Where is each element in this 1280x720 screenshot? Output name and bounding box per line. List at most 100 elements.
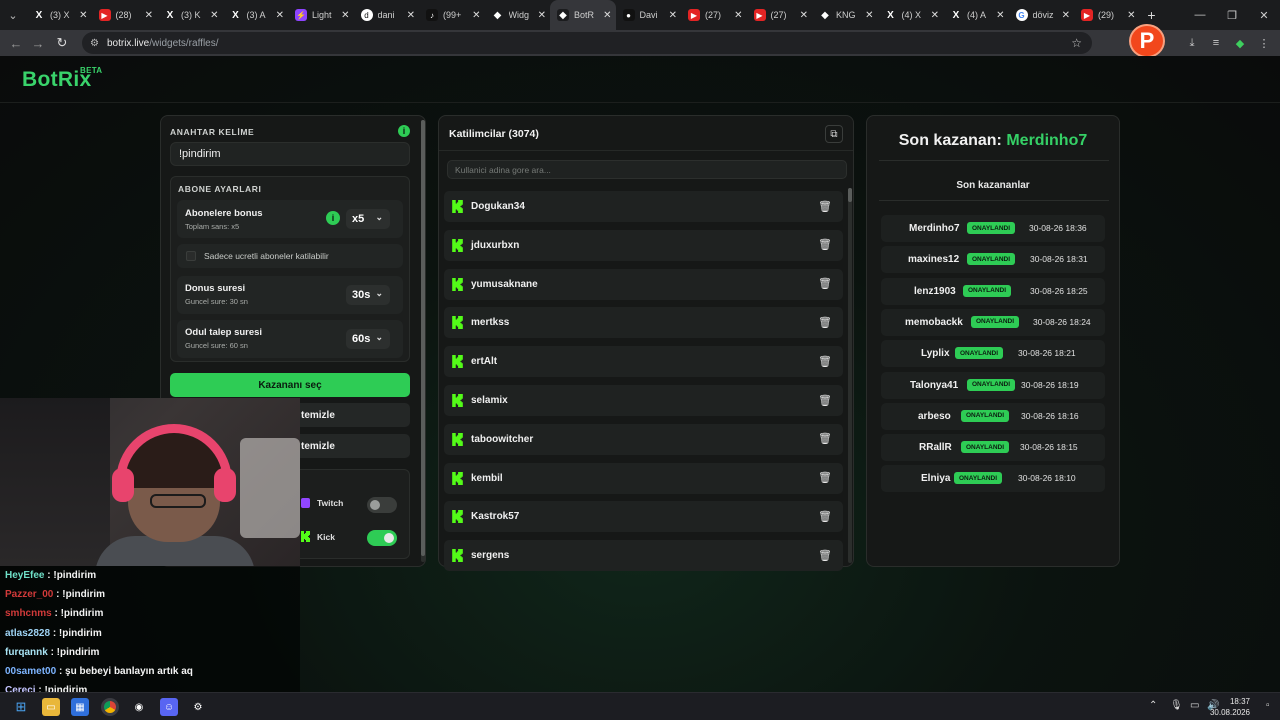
participant-row[interactable]: Kastrok57 🗑: [444, 501, 843, 533]
kick-toggle[interactable]: [367, 530, 397, 546]
browser-tab[interactable]: d dani ✕: [354, 0, 420, 30]
tab-close-icon[interactable]: ✕: [1062, 10, 1070, 21]
app-icon[interactable]: ⚙: [189, 698, 207, 716]
close-window-icon[interactable]: ✕: [1248, 0, 1280, 30]
twitch-toggle[interactable]: [367, 497, 397, 513]
browser-tab[interactable]: ◆ Widg ✕: [485, 0, 551, 30]
minimize-icon[interactable]: —: [1184, 0, 1216, 30]
network-icon[interactable]: ▭: [1190, 700, 1199, 711]
participant-row[interactable]: jduxurbxn 🗑: [444, 229, 843, 261]
spin-duration-select[interactable]: 30s ⌄: [346, 285, 390, 305]
trash-icon[interactable]: 🗑: [817, 314, 833, 330]
tab-close-icon[interactable]: ✕: [865, 10, 873, 21]
clock[interactable]: 18:37 30.08.2026: [1210, 696, 1250, 718]
notification-icon[interactable]: ▫: [1266, 700, 1270, 711]
tab-close-icon[interactable]: ✕: [931, 10, 939, 21]
trash-icon[interactable]: 🗑: [817, 237, 833, 253]
botrix-logo[interactable]: BotRix BETA: [22, 66, 102, 92]
tab-close-icon[interactable]: ✕: [669, 10, 677, 21]
subscriber-bonus-select[interactable]: x5 ⌄: [346, 209, 390, 229]
browser-tab[interactable]: ● Davi ✕: [616, 0, 682, 30]
trash-icon[interactable]: 🗑: [817, 198, 833, 214]
participant-row[interactable]: kembil 🗑: [444, 462, 843, 494]
trash-icon[interactable]: 🗑: [817, 547, 833, 563]
tab-search-icon[interactable]: ⌄: [0, 0, 26, 30]
browser-tab[interactable]: ▶ (27) ✕: [747, 0, 813, 30]
participant-row[interactable]: sergens 🗑: [444, 540, 843, 572]
bookmark-star-icon[interactable]: ☆: [1071, 36, 1082, 50]
tab-close-icon[interactable]: ✕: [407, 10, 415, 21]
extension-icon-2[interactable]: ◆: [1231, 34, 1249, 52]
menu-kebab-icon[interactable]: ⋮: [1255, 34, 1273, 52]
tab-close-icon[interactable]: ✕: [79, 10, 87, 21]
url-bar[interactable]: ⚙ botrix.live/widgets/raffles/ ☆: [82, 32, 1092, 54]
info-icon[interactable]: i: [398, 125, 410, 137]
browser-tab[interactable]: ▶ (27) ✕: [681, 0, 747, 30]
tab-close-icon[interactable]: ✕: [276, 10, 284, 21]
tab-close-icon[interactable]: ✕: [734, 10, 742, 21]
download-icon[interactable]: ⤓: [1183, 34, 1201, 52]
restore-icon[interactable]: ❐: [1216, 0, 1248, 30]
settings-scrollbar-thumb[interactable]: [421, 120, 425, 556]
keyword-input[interactable]: !pindirim: [170, 142, 410, 166]
browser-tab[interactable]: Gdöviz ✕: [1009, 0, 1075, 30]
trash-icon[interactable]: 🗑: [817, 431, 833, 447]
tab-close-icon[interactable]: ✕: [996, 10, 1004, 21]
participant-row[interactable]: Dogukan34 🗑: [444, 191, 843, 222]
paid-subs-only-checkbox[interactable]: [186, 251, 196, 261]
store-icon[interactable]: ▦: [71, 698, 89, 716]
browser-tab[interactable]: ◆ KNG ✕: [812, 0, 878, 30]
browser-tab[interactable]: X (3) X ✕: [26, 0, 92, 30]
browser-tab[interactable]: X (4) A ✕: [943, 0, 1009, 30]
media-control-icon[interactable]: ≡: [1207, 34, 1225, 52]
trash-icon[interactable]: 🗑: [817, 470, 833, 486]
browser-tab[interactable]: X (4) X ✕: [878, 0, 944, 30]
trash-icon[interactable]: 🗑: [817, 353, 833, 369]
pick-winner-button[interactable]: Kazananı seç: [170, 373, 410, 397]
tab-close-icon[interactable]: ✕: [472, 10, 480, 21]
tab-close-icon[interactable]: ✕: [1127, 10, 1135, 21]
browser-tab[interactable]: ⚡ Light ✕: [288, 0, 354, 30]
participants-scrollbar[interactable]: [848, 188, 852, 563]
tab-close-icon[interactable]: ✕: [800, 10, 808, 21]
participant-row[interactable]: mertkss 🗑: [444, 307, 843, 339]
browser-tab[interactable]: ◆ BotR ✕: [550, 0, 616, 30]
trash-icon[interactable]: 🗑: [817, 392, 833, 408]
trash-icon[interactable]: 🗑: [817, 508, 833, 524]
tab-close-icon[interactable]: ✕: [341, 10, 349, 21]
participant-row[interactable]: taboowitcher 🗑: [444, 423, 843, 455]
microphone-icon[interactable]: 🎙: [1170, 700, 1183, 711]
claim-duration-select[interactable]: 60s ⌄: [346, 329, 390, 349]
paid-subs-only-row[interactable]: Sadece ucretli aboneler katilabilir: [177, 244, 403, 268]
browser-tab[interactable]: X (3) A ✕: [223, 0, 289, 30]
settings-scrollbar[interactable]: [421, 120, 425, 562]
copy-icon[interactable]: ⧉: [825, 125, 843, 143]
discord-icon[interactable]: ☺: [160, 698, 178, 716]
windows-start-icon[interactable]: ⊞: [12, 698, 30, 716]
participant-row[interactable]: selamix 🗑: [444, 385, 843, 416]
reload-icon[interactable]: ↻: [50, 35, 74, 51]
trash-icon[interactable]: 🗑: [817, 276, 833, 292]
new-tab-button[interactable]: +: [1140, 7, 1164, 23]
tab-close-icon[interactable]: ✕: [145, 10, 153, 21]
participant-search-input[interactable]: [447, 160, 847, 179]
chrome-icon[interactable]: [101, 698, 119, 716]
site-info-icon[interactable]: ⚙: [90, 38, 99, 49]
file-explorer-icon[interactable]: ▭: [42, 698, 60, 716]
participant-row[interactable]: yumusaknane 🗑: [444, 268, 843, 300]
obs-icon[interactable]: ◉: [130, 698, 148, 716]
browser-tab[interactable]: ▶ (29) ✕: [1074, 0, 1140, 30]
back-icon[interactable]: ←: [4, 36, 28, 51]
tab-close-icon[interactable]: ✕: [210, 10, 218, 21]
profile-avatar[interactable]: P: [1129, 24, 1165, 58]
bonus-info-icon[interactable]: i: [326, 211, 340, 225]
browser-tab[interactable]: ♪ (99+ ✕: [419, 0, 485, 30]
tab-close-icon[interactable]: ✕: [603, 10, 611, 21]
forward-icon[interactable]: →: [26, 36, 50, 51]
browser-tab[interactable]: X (3) K ✕: [157, 0, 223, 30]
tray-chevron-icon[interactable]: ⌃: [1149, 700, 1157, 711]
browser-tab[interactable]: ▶ (28) ✕: [92, 0, 158, 30]
participants-scrollbar-thumb[interactable]: [848, 188, 852, 202]
participant-row[interactable]: ertAlt 🗑: [444, 346, 843, 378]
tab-close-icon[interactable]: ✕: [538, 10, 546, 21]
